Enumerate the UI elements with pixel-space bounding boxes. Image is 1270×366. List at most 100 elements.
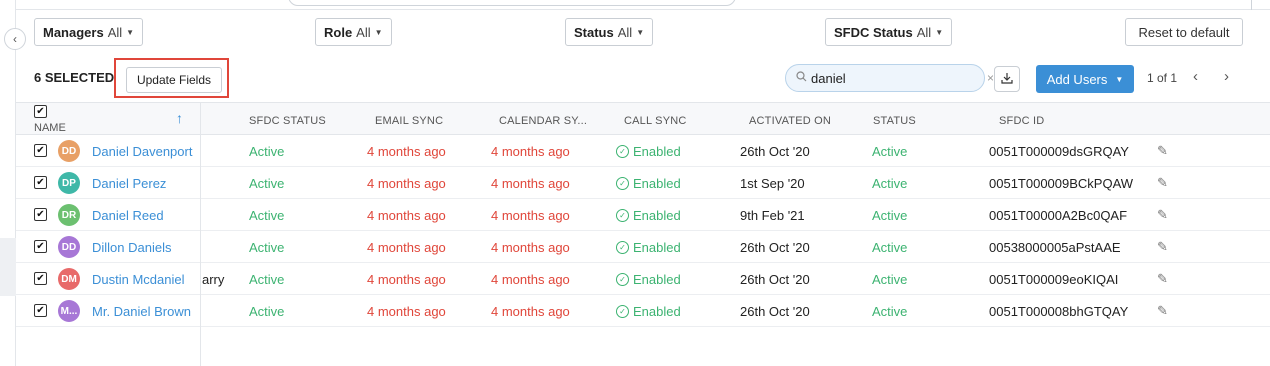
sfdc-status-filter[interactable]: SFDC Status All ▼ (825, 18, 953, 46)
activated-on-cell: 26th Oct '20 (740, 304, 810, 319)
filter-value: All (617, 24, 633, 40)
check-circle-icon: ✓ (616, 241, 629, 254)
status-cell: Active (872, 240, 908, 255)
selected-count: 6 SELECTED (34, 70, 115, 85)
sfdc-id-cell: 0051T000009eoKIQAI (989, 272, 1119, 287)
clear-search-icon[interactable]: × (987, 71, 994, 85)
avatar: DM (58, 268, 80, 290)
check-circle-icon: ✓ (616, 177, 629, 190)
sfdc-id-cell: 0051T00000A2Bc0QAF (989, 208, 1128, 223)
row-checkbox[interactable]: ✔ (34, 304, 47, 317)
call-sync-label: Enabled (633, 208, 681, 223)
user-name-link[interactable]: Daniel Davenport (92, 144, 192, 159)
user-name-link[interactable]: Mr. Daniel Brown (92, 304, 191, 319)
download-icon (1001, 72, 1013, 87)
filter-label: SFDC Status (834, 24, 913, 40)
next-page-icon[interactable]: › (1224, 68, 1229, 85)
add-users-button[interactable]: Add Users ▼ (1036, 65, 1134, 93)
status-cell: Active (872, 272, 908, 287)
edit-pencil-icon[interactable]: ✎ (1157, 239, 1168, 255)
avatar: DD (58, 140, 80, 162)
row-checkbox[interactable]: ✔ (34, 176, 47, 189)
user-name-link[interactable]: Daniel Perez (92, 176, 166, 191)
filter-value: All (107, 24, 123, 40)
check-circle-icon: ✓ (616, 209, 629, 222)
check-circle-icon: ✓ (616, 273, 629, 286)
sort-ascending-icon[interactable]: ↑ (176, 110, 183, 126)
edit-pencil-icon[interactable]: ✎ (1157, 303, 1168, 319)
avatar: M... (58, 300, 80, 322)
calendar-sync-cell: 4 months ago (491, 208, 570, 223)
email-sync-cell: 4 months ago (367, 304, 446, 319)
user-name-link[interactable]: Dillon Daniels (92, 240, 171, 255)
global-search-bar[interactable] (288, 0, 736, 6)
row-checkbox[interactable]: ✔ (34, 208, 47, 221)
edit-pencil-icon[interactable]: ✎ (1157, 271, 1168, 287)
caret-down-icon: ▼ (1115, 74, 1124, 84)
role-filter[interactable]: Role All ▼ (315, 18, 392, 46)
row-checkbox[interactable]: ✔ (34, 272, 47, 285)
update-fields-button[interactable]: Update Fields (126, 67, 222, 93)
status-cell: Active (872, 176, 908, 191)
column-header-status[interactable]: STATUS (873, 115, 916, 127)
filter-label: Role (324, 24, 353, 40)
edit-pencil-icon[interactable]: ✎ (1157, 207, 1168, 223)
call-sync-cell: ✓ Enabled (616, 240, 681, 255)
previous-page-icon[interactable]: ‹ (1193, 68, 1198, 85)
email-sync-cell: 4 months ago (367, 208, 446, 223)
gutter-hover-shade (0, 238, 16, 296)
call-sync-label: Enabled (633, 240, 681, 255)
user-name-link[interactable]: Daniel Reed (92, 208, 164, 223)
activated-on-cell: 26th Oct '20 (740, 144, 810, 159)
row-checkbox[interactable]: ✔ (34, 144, 47, 157)
avatar: DR (58, 204, 80, 226)
sfdc-status-cell: Active (249, 144, 285, 159)
table-header: SFDC STATUS EMAIL SYNC CALENDAR SY... CA… (16, 102, 1270, 135)
call-sync-label: Enabled (633, 176, 681, 191)
top-strip (16, 0, 1270, 10)
activated-on-cell: 26th Oct '20 (740, 240, 810, 255)
left-gutter (0, 0, 16, 366)
frozen-column-divider (200, 102, 201, 366)
email-sync-cell: 4 months ago (367, 176, 446, 191)
edit-pencil-icon[interactable]: ✎ (1157, 143, 1168, 159)
status-cell: Active (872, 208, 908, 223)
user-search-box: × (785, 64, 994, 92)
column-header-name[interactable]: NAME (34, 122, 66, 134)
email-sync-cell: 4 months ago (367, 144, 446, 159)
sfdc-id-cell: 00538000005aPstAAE (989, 240, 1121, 255)
column-header-call-sync[interactable]: CALL SYNC (624, 115, 687, 127)
filter-label: Status (574, 24, 614, 40)
call-sync-cell: ✓ Enabled (616, 176, 681, 191)
download-button[interactable] (994, 66, 1020, 92)
call-sync-cell: ✓ Enabled (616, 208, 681, 223)
column-header-sfdc-id[interactable]: SFDC ID (999, 115, 1044, 127)
call-sync-cell: ✓ Enabled (616, 144, 681, 159)
status-cell: Active (872, 144, 908, 159)
call-sync-label: Enabled (633, 144, 681, 159)
column-header-sfdc-status[interactable]: SFDC STATUS (249, 115, 326, 127)
collapse-sidebar-button[interactable]: ‹ (4, 28, 26, 50)
row-checkbox[interactable]: ✔ (34, 240, 47, 253)
column-header-calendar-sync[interactable]: CALENDAR SY... (499, 115, 587, 127)
managers-filter[interactable]: Managers All ▼ (34, 18, 144, 46)
call-sync-label: Enabled (633, 304, 681, 319)
reset-to-default-button[interactable]: Reset to default (1125, 18, 1243, 46)
status-cell: Active (872, 304, 908, 319)
avatar: DD (58, 236, 80, 258)
user-name-link[interactable]: Dustin Mcdaniel (92, 272, 185, 287)
status-filter[interactable]: Status All ▼ (565, 18, 654, 46)
column-header-activated-on[interactable]: ACTIVATED ON (749, 115, 831, 127)
caret-down-icon: ▼ (374, 27, 383, 37)
sfdc-status-cell: Active (249, 240, 285, 255)
edit-pencil-icon[interactable]: ✎ (1157, 175, 1168, 191)
sfdc-id-cell: 0051T000009BCkPQAW (989, 176, 1134, 191)
activated-on-cell: 1st Sep '20 (740, 176, 805, 191)
divider (1251, 0, 1252, 10)
column-header-email-sync[interactable]: EMAIL SYNC (375, 115, 443, 127)
select-all-checkbox[interactable]: ✔ (34, 105, 47, 118)
search-input[interactable] (811, 70, 987, 86)
calendar-sync-cell: 4 months ago (491, 240, 570, 255)
sfdc-status-cell: Active (249, 272, 285, 287)
filter-value: All (356, 24, 371, 40)
